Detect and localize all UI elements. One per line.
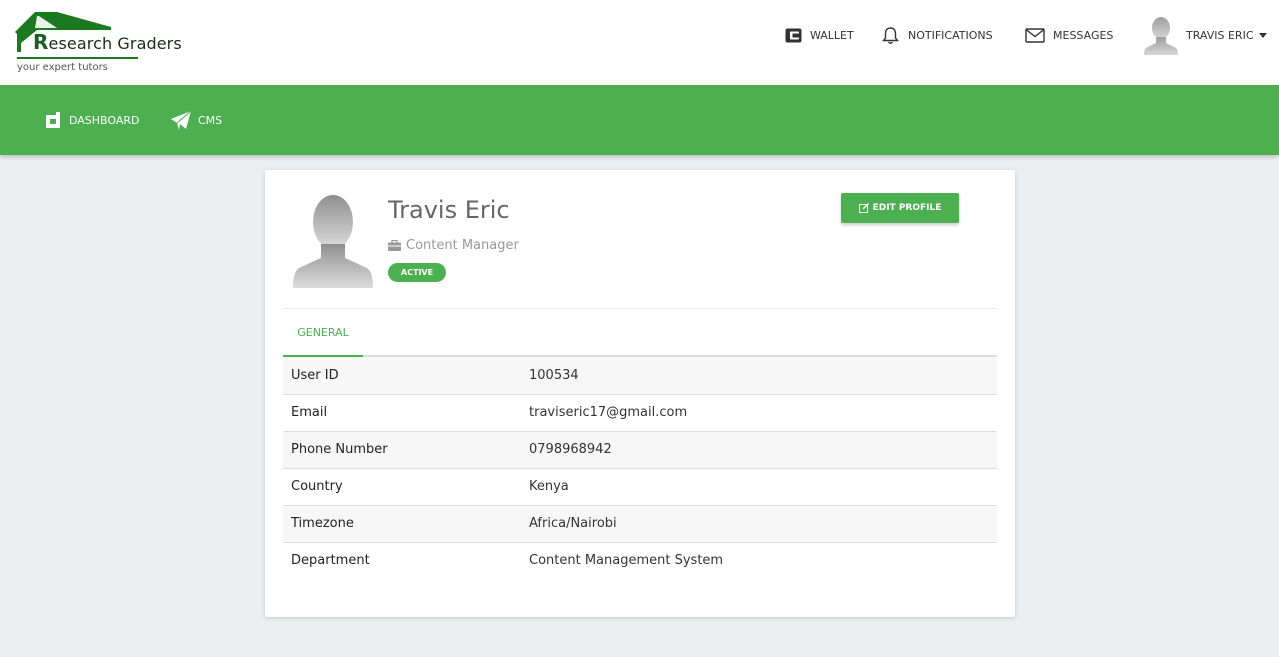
top-header: Research Graders your expert tutors WALL… bbox=[0, 0, 1279, 85]
brand-tagline: your expert tutors bbox=[17, 62, 108, 73]
wallet-icon bbox=[785, 28, 802, 42]
nav-cms[interactable]: CMS bbox=[171, 85, 222, 155]
avatar-small bbox=[1144, 17, 1178, 55]
detail-label: Department bbox=[291, 553, 370, 569]
brand-logo[interactable]: Research Graders your expert tutors bbox=[15, 10, 205, 76]
detail-value: Kenya bbox=[529, 479, 569, 494]
nav-dashboard[interactable]: DASHBOARD bbox=[44, 85, 140, 155]
detail-label: Email bbox=[291, 405, 328, 420]
table-row: Phone Number 0798968942 bbox=[283, 431, 997, 468]
nav-notifications[interactable]: NOTIFICATIONS bbox=[881, 0, 993, 70]
nav-cms-label: CMS bbox=[198, 113, 223, 127]
detail-value: traviseric17@gmail.com bbox=[529, 405, 688, 420]
nav-messages-label: MESSAGES bbox=[1053, 28, 1114, 42]
tab-general[interactable]: GENERAL bbox=[283, 309, 363, 357]
brand-name: Research Graders bbox=[33, 30, 182, 54]
profile-card: Travis Eric Content Manager ACTIVE EDIT … bbox=[265, 170, 1015, 617]
brand-name-rest: esearch Graders bbox=[48, 34, 182, 53]
detail-label: Phone Number bbox=[291, 442, 388, 457]
nav-wallet-label: WALLET bbox=[810, 28, 854, 42]
nav-notifications-label: NOTIFICATIONS bbox=[908, 28, 993, 42]
bell-icon bbox=[882, 26, 899, 44]
profile-role: Content Manager bbox=[388, 238, 519, 253]
detail-label: User ID bbox=[291, 367, 339, 383]
nav-wallet[interactable]: WALLET bbox=[785, 0, 854, 70]
table-row: Department Content Management System bbox=[283, 542, 997, 579]
profile-role-text: Content Manager bbox=[406, 238, 519, 253]
nav-messages[interactable]: MESSAGES bbox=[1025, 0, 1113, 70]
detail-value: 0798968942 bbox=[529, 442, 612, 457]
envelope-icon bbox=[1025, 27, 1045, 43]
details-table: User ID 100534 Email traviseric17@gmail.co… bbox=[283, 357, 997, 579]
table-row: Country Kenya bbox=[283, 468, 997, 505]
briefcase-icon bbox=[388, 240, 401, 251]
detail-label: Country bbox=[291, 479, 343, 494]
edit-profile-button[interactable]: EDIT PROFILE bbox=[841, 193, 959, 223]
profile-tabs: GENERAL bbox=[283, 309, 997, 357]
brand-initial: R bbox=[33, 30, 49, 54]
status-badge: ACTIVE bbox=[388, 263, 446, 282]
table-row: Email traviseric17@gmail.com bbox=[283, 394, 997, 431]
user-menu[interactable]: TRAVIS ERIC bbox=[1144, 0, 1267, 70]
edit-profile-label: EDIT PROFILE bbox=[872, 203, 942, 213]
user-menu-label: TRAVIS ERIC bbox=[1186, 28, 1254, 42]
profile-name: Travis Eric bbox=[388, 196, 510, 224]
caret-down-icon bbox=[1258, 32, 1267, 38]
detail-value: Content Management System bbox=[529, 553, 724, 569]
edit-icon bbox=[858, 203, 869, 213]
nav-dashboard-label: DASHBOARD bbox=[69, 113, 140, 127]
detail-value: 100534 bbox=[529, 367, 579, 383]
detail-label: Timezone bbox=[291, 516, 354, 531]
table-row: User ID 100534 bbox=[283, 357, 997, 394]
dashboard-icon bbox=[46, 112, 60, 128]
table-row: Timezone Africa/Nairobi bbox=[283, 505, 997, 542]
main-nav-bar: DASHBOARD CMS bbox=[0, 85, 1279, 155]
profile-avatar bbox=[293, 195, 373, 288]
detail-value: Africa/Nairobi bbox=[529, 516, 617, 531]
paper-plane-icon bbox=[171, 110, 191, 130]
